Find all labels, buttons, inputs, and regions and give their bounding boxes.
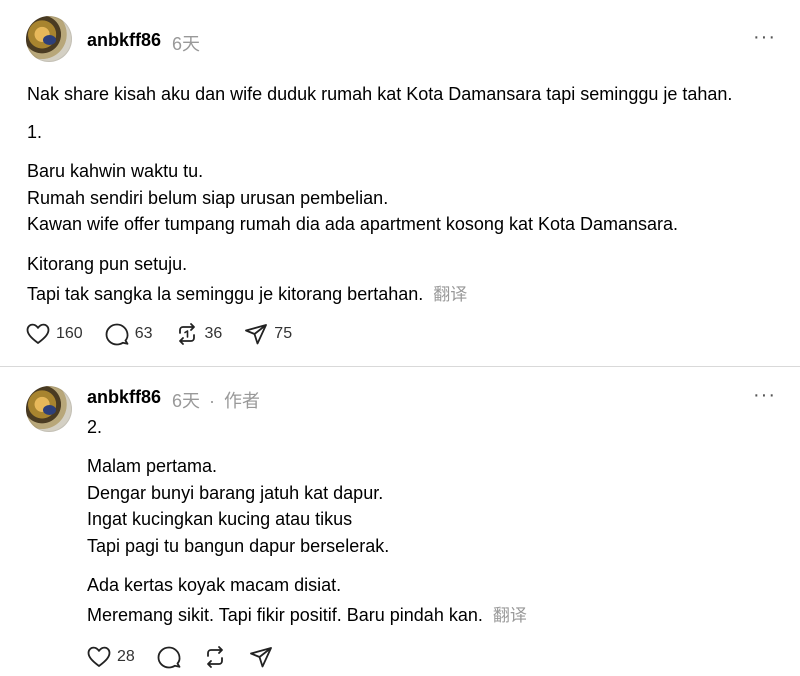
- post-text-line: Nak share kisah aku dan wife duduk rumah…: [27, 84, 733, 104]
- post-text-line: Baru kahwin waktu tu.: [27, 161, 204, 181]
- like-count: 160: [56, 325, 83, 342]
- post-text-line: Kawan wife offer tumpang rumah dia ada a…: [27, 214, 679, 234]
- like-button[interactable]: 160: [26, 323, 83, 345]
- username[interactable]: anbkff86: [87, 30, 161, 51]
- heart-icon: [26, 323, 50, 344]
- post-actions: 160 63 36 75: [26, 322, 314, 346]
- share-count: 75: [274, 325, 293, 342]
- avatar[interactable]: [26, 16, 72, 62]
- post-2: anbkff86 6天 · 作者 ··· 2. Malam pertama. D…: [0, 367, 800, 676]
- meta-separator: ·: [209, 391, 216, 411]
- share-button[interactable]: 75: [244, 322, 292, 346]
- share-icon: [245, 324, 268, 345]
- reply-button[interactable]: 63: [105, 322, 153, 346]
- post-text-line: Dengar bunyi barang jatuh kat dapur.: [87, 483, 384, 503]
- post-text-line-last: Meremang sikit. Tapi fikir positif. Baru…: [87, 601, 527, 626]
- heart-icon: [87, 646, 111, 667]
- post-time[interactable]: 6天 · 作者: [172, 387, 260, 413]
- translate-link[interactable]: 翻译: [433, 285, 467, 304]
- like-button[interactable]: 28: [87, 646, 135, 668]
- author-badge: 作者: [224, 391, 261, 411]
- username[interactable]: anbkff86: [87, 387, 161, 408]
- comment-icon: [157, 646, 181, 669]
- post-text-line: Rumah sendiri belum siap urusan pembelia…: [27, 188, 389, 208]
- repost-count: 36: [204, 325, 223, 342]
- repost-button[interactable]: 36: [175, 322, 223, 346]
- post-text: Tapi tak sangka la seminggu je kitorang …: [27, 284, 424, 304]
- post-actions: 28: [87, 645, 295, 669]
- post-1: anbkff86 6天 ··· Nak share kisah aku dan …: [0, 0, 800, 367]
- repost-icon: [178, 323, 195, 345]
- post-text-line: Ada kertas koyak macam disiat.: [87, 575, 342, 595]
- post-text-line: 2.: [87, 417, 103, 437]
- share-button[interactable]: [249, 645, 273, 669]
- avatar[interactable]: [26, 386, 72, 432]
- translate-link[interactable]: 翻译: [493, 606, 527, 625]
- more-horizontal-icon[interactable]: ···: [753, 26, 776, 49]
- post-text-line: Kitorang pun setuju.: [27, 254, 188, 274]
- reply-count: 63: [134, 325, 153, 342]
- post-text-line: Ingat kucingkan kucing atau tikus: [87, 509, 353, 529]
- repost-button[interactable]: [203, 645, 227, 669]
- post-text-line: Tapi pagi tu bangun dapur berselerak.: [87, 536, 390, 556]
- share-icon: [249, 647, 272, 668]
- post-text-line-last: Tapi tak sangka la seminggu je kitorang …: [27, 280, 467, 305]
- post-text-line: 1.: [27, 122, 43, 142]
- comment-icon: [105, 323, 129, 346]
- post-time-value: 6天: [172, 391, 201, 411]
- reply-button[interactable]: [157, 645, 181, 669]
- post-text-line: Malam pertama.: [87, 456, 218, 476]
- like-count: 28: [117, 648, 135, 665]
- post-text: Meremang sikit. Tapi fikir positif. Baru…: [87, 605, 483, 625]
- repost-icon: [206, 646, 223, 668]
- post-time[interactable]: 6天: [172, 30, 200, 56]
- more-horizontal-icon[interactable]: ···: [753, 384, 776, 407]
